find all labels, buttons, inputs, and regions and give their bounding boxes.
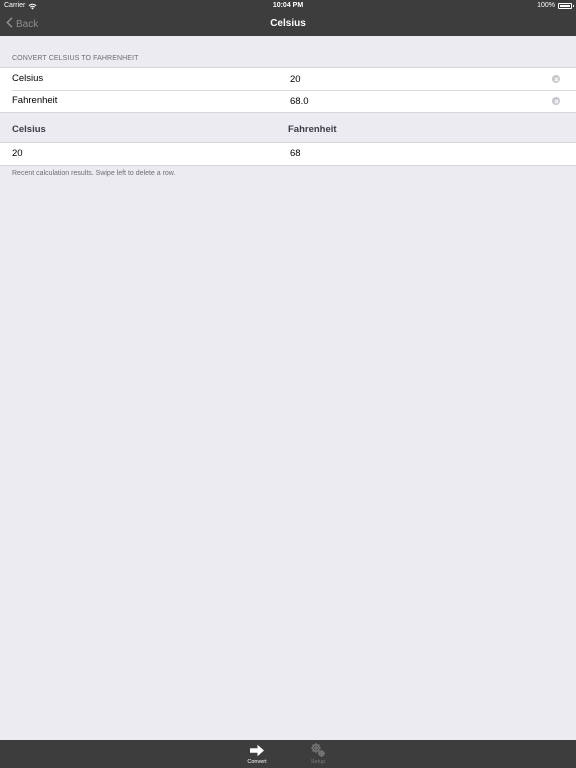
tab-setup-label: Setup — [310, 759, 326, 765]
navigation-bar: Back Celsius — [0, 12, 576, 36]
result-fahrenheit: 68 — [290, 148, 301, 159]
fahrenheit-label: Fahrenheit — [12, 95, 58, 106]
result-celsius: 20 — [12, 148, 23, 159]
status-right: 100% — [537, 0, 574, 12]
fahrenheit-input[interactable] — [290, 94, 540, 108]
results-table: 20 68 — [0, 142, 576, 166]
battery-icon — [558, 3, 574, 9]
celsius-input[interactable] — [290, 72, 540, 86]
page-title: Celsius — [270, 18, 306, 29]
converter-table: Celsius Fahrenheit — [0, 67, 576, 113]
tab-convert[interactable]: Convert — [237, 742, 277, 768]
status-bar: Carrier 10:04 PM 100% — [0, 0, 576, 12]
results-header-celsius: Celsius — [12, 124, 46, 135]
arrow-right-icon — [237, 742, 277, 758]
screen: Carrier 10:04 PM 100% Back Celsius CONVE… — [0, 0, 576, 768]
gears-icon — [298, 742, 338, 758]
battery-percent: 100% — [537, 2, 555, 9]
tab-setup[interactable]: Setup — [298, 742, 338, 768]
results-header: Celsius Fahrenheit — [0, 124, 576, 138]
footer-note: Recent calculation results. Swipe left t… — [12, 170, 176, 177]
fahrenheit-row: Fahrenheit — [0, 90, 576, 112]
status-time: 10:04 PM — [272, 2, 304, 9]
tab-bar: Convert Setup — [0, 740, 576, 768]
section-header: CONVERT CELSIUS TO FAHRENHEIT — [12, 55, 139, 62]
table-row[interactable]: 20 68 — [0, 143, 576, 165]
celsius-label: Celsius — [12, 73, 44, 84]
celsius-row: Celsius — [0, 68, 576, 90]
clear-icon[interactable] — [552, 75, 560, 83]
tab-convert-label: Convert — [247, 759, 267, 765]
results-header-fahrenheit: Fahrenheit — [288, 124, 337, 135]
clear-icon[interactable] — [552, 97, 560, 105]
